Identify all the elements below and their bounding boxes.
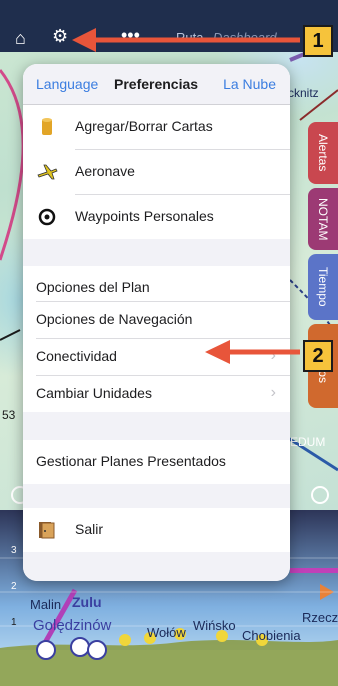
callout-badge: 1 (303, 25, 333, 57)
callout-badge: 2 (303, 340, 333, 372)
annotation-arrows (72, 28, 300, 364)
